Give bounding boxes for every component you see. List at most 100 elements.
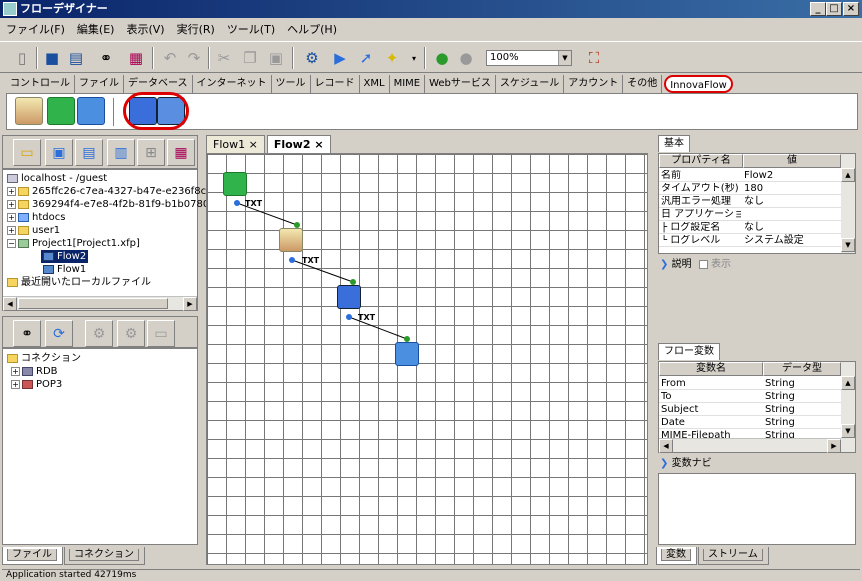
table-row[interactable]: ├ ログ設定名 なし [659,222,841,234]
tab-other[interactable]: その他 [623,75,663,93]
window-icon[interactable]: ▥ [107,139,135,166]
expand-icon[interactable]: + [7,225,16,235]
tree-item-flow2[interactable]: Flow2 [41,250,89,263]
tree-item-localhost[interactable]: localhost - /guest [7,172,107,185]
menu-edit[interactable]: 編集(E) [77,21,115,37]
chevron-down-icon[interactable]: ▼ [558,51,571,65]
col-header-varname[interactable]: 変数名 [659,362,763,376]
scroll-up-icon[interactable]: ▲ [841,168,855,182]
tree-hscroll[interactable]: ◀ ▶ [3,296,197,311]
col-header-value[interactable]: 値 [743,154,841,168]
table-row[interactable]: └ ログレベル システム設定 [659,235,841,247]
debug-icon[interactable]: ⚙ [300,47,324,69]
variable-navi-header[interactable]: ❯ 変数ナビ [656,455,858,473]
description-header[interactable]: ❯ 説明 表示 [656,256,858,274]
tab-database[interactable]: データベース [124,75,193,93]
binoculars-icon[interactable]: ⚭ [94,47,118,69]
flow-canvas[interactable]: TXT TXT TXT [206,153,648,565]
tab-file-panel[interactable]: ファイル [2,547,63,565]
tab-variables[interactable]: 変数 [656,547,697,565]
tree-item-project[interactable]: − Project1[Project1.xfp] [7,237,140,250]
tab-account[interactable]: アカウント [564,75,624,93]
scroll-thumb[interactable] [18,298,168,309]
table-row[interactable]: From String [659,378,841,390]
tab-flow-variables[interactable]: フロー変数 [658,343,720,360]
refresh-icon[interactable]: ⟳ [45,320,73,347]
tree-item[interactable]: + user1 [7,224,60,237]
cut-icon[interactable]: ✂ [212,47,236,69]
scroll-down-icon[interactable]: ▼ [841,424,855,438]
folder-icon[interactable]: ▭ [13,139,41,166]
menu-tool[interactable]: ツール(T) [227,21,275,37]
tab-schedule[interactable]: スケジュール [496,75,565,93]
table-row[interactable]: 日 アプリケーショ... [659,209,841,221]
menu-view[interactable]: 表示(V) [126,21,164,37]
export-icon[interactable]: ▦ [167,139,195,166]
tab-flow1[interactable]: Flow1 × [206,135,265,153]
end-node[interactable] [395,342,419,366]
chevron-down-icon[interactable]: ❯ [660,259,668,270]
close-icon[interactable]: × [249,136,258,153]
step-run-icon[interactable]: ➚ [354,47,378,69]
tab-control[interactable]: コントロール [6,75,75,93]
save-icon[interactable]: ■ [40,47,64,69]
tree-item[interactable]: +369294f4-e7e8-4f2b-81f9-b1b07802 [7,198,216,211]
tree-item-flow1[interactable]: Flow1 [43,263,86,276]
scroll-down-icon[interactable]: ▼ [841,238,855,252]
scroll-left-icon[interactable]: ◀ [659,439,673,453]
trash-icon[interactable]: ▯ [10,47,34,69]
scroll-right-icon[interactable]: ▶ [183,297,197,311]
vars-vscroll[interactable]: ▲ ▼ [841,362,855,452]
card-icon[interactable]: ▣ [45,139,73,166]
close-icon[interactable]: × [314,136,323,153]
start-icon[interactable] [47,97,75,125]
calendar-icon[interactable]: ▦ [124,47,148,69]
table-row[interactable]: Date String [659,417,841,429]
tab-flow2[interactable]: Flow2 × [266,135,331,153]
tree-item[interactable]: +265ffc26-c7ea-4327-b47e-e236f8c1 [7,185,212,198]
mapper-icon[interactable] [15,97,43,125]
menu-run[interactable]: 実行(R) [177,21,215,37]
mapper-node[interactable] [279,228,303,252]
innovaflow-node[interactable] [337,285,361,309]
end-icon[interactable] [77,97,105,125]
menu-file[interactable]: ファイル(F) [6,21,65,37]
tab-mime[interactable]: MIME [390,75,426,93]
tab-basic[interactable]: 基本 [658,135,690,152]
forward-icon[interactable]: ● [454,47,478,69]
cable-icon[interactable]: ⚭ [13,320,41,347]
table-row[interactable]: Subject String [659,404,841,416]
project-icon[interactable]: ▤ [75,139,103,166]
disconnect-icon[interactable]: ⚙ [117,320,145,347]
tab-stream[interactable]: ストリーム [698,547,769,565]
tab-innovaflow[interactable]: InnovaFlow [664,75,733,93]
settings-icon[interactable]: ▭ [147,320,175,347]
expand-icon[interactable]: + [7,186,16,196]
expand-icon[interactable]: + [11,366,20,376]
undo-icon[interactable]: ↶ [158,47,182,69]
wand-icon[interactable]: ✦ [380,47,404,69]
props-vscroll[interactable]: ▲ ▼ [841,154,855,253]
scroll-up-icon[interactable]: ▲ [841,376,855,390]
scroll-left-icon[interactable]: ◀ [3,297,17,311]
table-row[interactable]: 名前 Flow2 [659,170,841,182]
tab-file[interactable]: ファイル [75,75,124,93]
table-row[interactable]: タイムアウト(秒) 180 [659,183,841,195]
show-checkbox[interactable] [698,259,708,269]
maximize-button[interactable]: □ [826,2,842,16]
zoom-select[interactable]: 100% ▼ [486,50,572,66]
minimize-button[interactable]: _ [810,2,826,16]
collapse-icon[interactable]: − [7,238,16,248]
table-row[interactable]: 汎用エラー処理 なし [659,196,841,208]
tree-icon[interactable]: ⊞ [137,139,165,166]
paste-icon[interactable]: ▣ [264,47,288,69]
expand-icon[interactable]: + [7,212,16,222]
table-row[interactable]: To String [659,391,841,403]
expand-icon[interactable]: + [11,379,20,389]
dropdown-arrow-icon[interactable]: ▾ [402,47,426,69]
run-icon[interactable]: ▶ [328,47,352,69]
tab-tool[interactable]: ツール [272,75,311,93]
tab-connection-panel[interactable]: コネクション [64,547,145,565]
tree-item[interactable]: + htdocs [7,211,65,224]
col-header-datatype[interactable]: データ型 [763,362,841,376]
